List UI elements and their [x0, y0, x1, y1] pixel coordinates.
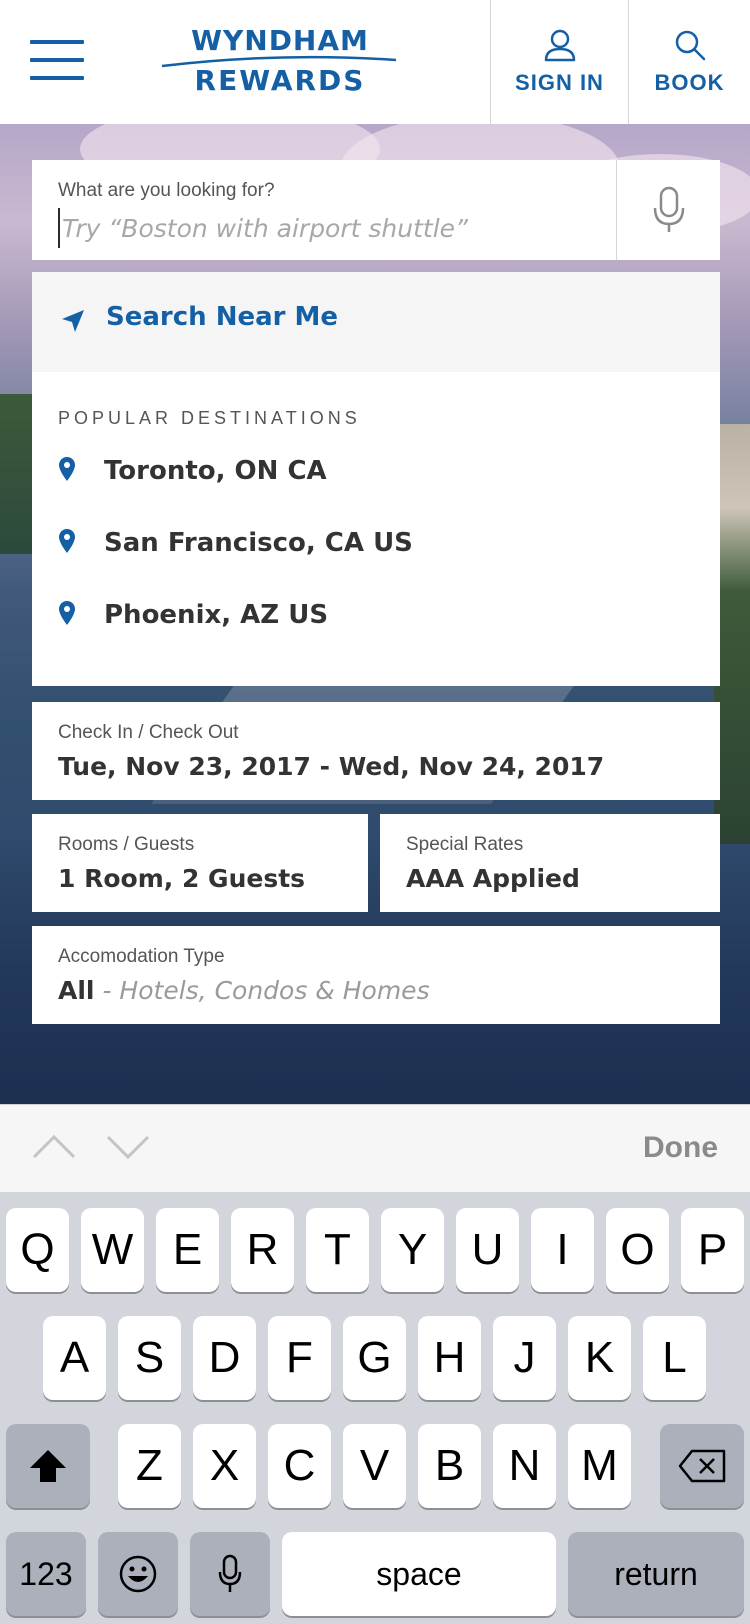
destination-label: San Francisco, CA US	[104, 528, 413, 558]
rooms-guests-field[interactable]: Rooms / Guests 1 Room, 2 Guests	[32, 814, 368, 912]
book-button[interactable]: BOOK	[628, 0, 750, 124]
accommodation-type-field[interactable]: Accomodation Type All - Hotels, Condos &…	[32, 926, 720, 1024]
key-j[interactable]: J	[493, 1316, 556, 1400]
accommodation-separator: -	[94, 976, 120, 1005]
previous-field-icon[interactable]	[30, 1127, 78, 1167]
date-range-value: Tue, Nov 23, 2017 - Wed, Nov 24, 2017	[58, 752, 604, 781]
return-key[interactable]: return	[568, 1532, 744, 1616]
numbers-key[interactable]: 123	[6, 1532, 86, 1616]
destination-label: Phoenix, AZ US	[104, 600, 329, 630]
key-c[interactable]: C	[268, 1424, 331, 1508]
microphone-icon	[653, 186, 685, 232]
key-h[interactable]: H	[418, 1316, 481, 1400]
key-t[interactable]: T	[306, 1208, 369, 1292]
date-separator: -	[310, 752, 339, 781]
shift-key[interactable]	[6, 1424, 90, 1508]
backspace-key[interactable]	[660, 1424, 744, 1508]
key-m[interactable]: M	[568, 1424, 631, 1508]
user-icon	[544, 29, 575, 62]
rooms-guests-value: 1 Room, 2 Guests	[58, 864, 306, 893]
wyndham-rewards-logo[interactable]: WYNDHAM REWARDS	[160, 24, 400, 104]
search-suggestions-dropdown: Search Near Me POPULAR DESTINATIONS Toro…	[32, 272, 720, 686]
destination-item[interactable]: Toronto, ON CA	[32, 442, 720, 502]
key-r[interactable]: R	[231, 1208, 294, 1292]
key-o[interactable]: O	[606, 1208, 669, 1292]
on-screen-keyboard: Q W E R T Y U I O P A S D F G H J K L Z …	[0, 1192, 750, 1624]
popular-destinations-heading: POPULAR DESTINATIONS	[58, 408, 361, 428]
key-a[interactable]: A	[43, 1316, 106, 1400]
voice-search-button[interactable]	[616, 160, 720, 260]
accommodation-type-caption: Accomodation Type	[58, 946, 225, 967]
key-f[interactable]: F	[268, 1316, 331, 1400]
book-label: BOOK	[654, 70, 725, 95]
key-u[interactable]: U	[456, 1208, 519, 1292]
key-z[interactable]: Z	[118, 1424, 181, 1508]
sign-in-button[interactable]: SIGN IN	[490, 0, 628, 124]
key-b[interactable]: B	[418, 1424, 481, 1508]
key-e[interactable]: E	[156, 1208, 219, 1292]
app-header: WYNDHAM REWARDS SIGN IN BOOK	[0, 0, 750, 124]
accommodation-type-value: All - Hotels, Condos & Homes	[58, 976, 430, 1005]
key-s[interactable]: S	[118, 1316, 181, 1400]
next-field-icon[interactable]	[104, 1127, 152, 1167]
logo-line-2: REWARDS	[194, 64, 366, 97]
destination-search-box: What are you looking for?	[32, 160, 720, 260]
key-y[interactable]: Y	[381, 1208, 444, 1292]
key-i[interactable]: I	[531, 1208, 594, 1292]
accommodation-sub: Hotels, Condos & Homes	[119, 976, 430, 1005]
emoji-key[interactable]	[98, 1532, 178, 1616]
keyboard-accessory-bar: Done	[0, 1104, 750, 1192]
check-in-out-caption: Check In / Check Out	[58, 722, 239, 743]
search-icon	[675, 30, 705, 61]
key-l[interactable]: L	[643, 1316, 706, 1400]
search-near-me-button[interactable]: Search Near Me	[32, 272, 720, 372]
menu-icon[interactable]	[30, 40, 84, 80]
sign-in-label: SIGN IN	[515, 70, 604, 95]
key-x[interactable]: X	[193, 1424, 256, 1508]
accommodation-main: All	[58, 976, 95, 1005]
check-in-out-field[interactable]: Check In / Check Out Tue, Nov 23, 2017 -…	[32, 702, 720, 800]
key-v[interactable]: V	[343, 1424, 406, 1508]
microphone-icon	[218, 1554, 242, 1592]
search-near-me-label: Search Near Me	[106, 302, 339, 332]
map-pin-icon	[59, 457, 75, 481]
shift-icon	[30, 1450, 66, 1482]
emoji-icon	[119, 1555, 157, 1593]
dictation-key[interactable]	[190, 1532, 270, 1616]
rooms-guests-caption: Rooms / Guests	[58, 834, 195, 855]
key-n[interactable]: N	[493, 1424, 556, 1508]
key-q[interactable]: Q	[6, 1208, 69, 1292]
map-pin-icon	[59, 601, 75, 625]
search-input[interactable]	[58, 208, 618, 248]
key-p[interactable]: P	[681, 1208, 744, 1292]
search-caption: What are you looking for?	[58, 180, 275, 201]
destination-item[interactable]: San Francisco, CA US	[32, 514, 720, 574]
key-d[interactable]: D	[193, 1316, 256, 1400]
location-arrow-icon	[62, 310, 84, 332]
key-k[interactable]: K	[568, 1316, 631, 1400]
key-w[interactable]: W	[81, 1208, 144, 1292]
key-g[interactable]: G	[343, 1316, 406, 1400]
special-rates-value: AAA Applied	[406, 864, 580, 893]
check-out-date: Wed, Nov 24, 2017	[338, 752, 605, 781]
backspace-icon	[678, 1449, 726, 1483]
space-key[interactable]: space	[282, 1532, 556, 1616]
check-in-date: Tue, Nov 23, 2017	[58, 752, 311, 781]
done-button[interactable]: Done	[643, 1131, 718, 1165]
special-rates-field[interactable]: Special Rates AAA Applied	[380, 814, 720, 912]
destination-item[interactable]: Phoenix, AZ US	[32, 586, 720, 646]
destination-label: Toronto, ON CA	[104, 456, 327, 486]
map-pin-icon	[59, 529, 75, 553]
special-rates-caption: Special Rates	[406, 834, 524, 855]
